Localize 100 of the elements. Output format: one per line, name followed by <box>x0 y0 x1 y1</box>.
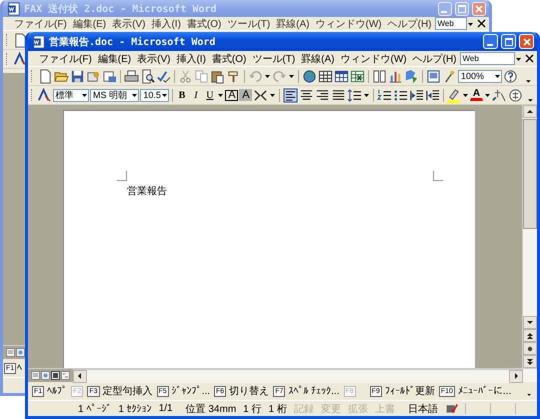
double-down-arrow-icon[interactable] <box>526 358 534 366</box>
align-center-icon[interactable] <box>298 88 314 102</box>
vertical-scrollbar[interactable] <box>522 105 537 368</box>
menu-item[interactable]: ヘルプ(H) <box>410 52 460 66</box>
close-icon <box>473 2 485 14</box>
character-shading-button[interactable]: A <box>239 89 252 101</box>
font-size-dropdown[interactable]: 10.5 <box>140 88 169 102</box>
menu-item[interactable]: 書式(O) <box>184 16 224 30</box>
print-layout-view-icon[interactable] <box>51 371 60 380</box>
menu-item[interactable]: 罫線(A) <box>273 16 312 30</box>
save-icon[interactable] <box>70 68 85 84</box>
dropdown-arrow-icon[interactable] <box>288 72 295 80</box>
justify-icon[interactable] <box>330 88 346 102</box>
distributed-icon[interactable] <box>253 88 268 102</box>
table-icon[interactable] <box>318 68 333 84</box>
browse-object-icon[interactable] <box>526 344 534 352</box>
cut-icon[interactable] <box>178 68 193 84</box>
insert-table-icon[interactable] <box>334 68 349 84</box>
menu-item[interactable]: 表示(V) <box>109 16 148 30</box>
menu-item[interactable]: 編集(E) <box>70 16 110 30</box>
styles-icon[interactable] <box>36 88 52 102</box>
document-text: 営業報告 <box>127 184 168 198</box>
underline-button[interactable]: U <box>203 88 216 102</box>
styles-icon[interactable] <box>13 52 28 66</box>
character-border-button[interactable]: A <box>225 90 238 100</box>
dropdown-arrow-icon[interactable] <box>484 91 492 99</box>
menu-item[interactable]: ファイル(F) <box>11 16 70 30</box>
menu-item[interactable]: ツール(T) <box>224 16 274 30</box>
close-document-icon[interactable] <box>525 54 534 63</box>
word-icon <box>6 1 21 16</box>
decrease-indent-icon[interactable] <box>408 88 424 102</box>
menu-item[interactable]: 挿入(I) <box>173 52 209 66</box>
menu-item[interactable]: 編集(E) <box>94 52 134 66</box>
spreadsheet-icon[interactable] <box>350 68 365 84</box>
reading-icon[interactable] <box>442 68 457 84</box>
menu-item[interactable]: ツール(T) <box>249 52 298 66</box>
dropdown-arrow-icon[interactable] <box>362 91 370 99</box>
up-arrow-icon[interactable] <box>526 108 534 116</box>
status-text: 1 桁 <box>268 402 287 416</box>
web-view-icon[interactable] <box>16 348 25 357</box>
status-text: 日本語 <box>408 402 438 416</box>
normal-view-icon[interactable] <box>6 348 15 357</box>
normal-view-icon[interactable] <box>31 371 40 380</box>
menu-item[interactable]: ファイル(F) <box>36 52 95 66</box>
status-text: 変更 <box>320 402 341 416</box>
corner-mark <box>117 171 127 181</box>
bold-button[interactable]: B <box>175 88 188 102</box>
paste-icon[interactable] <box>210 68 225 84</box>
align-right-icon[interactable] <box>314 88 330 102</box>
close-document-icon[interactable] <box>477 19 486 28</box>
email-icon[interactable] <box>102 68 117 84</box>
globe-icon[interactable] <box>302 68 317 84</box>
phonetic-guide-icon[interactable] <box>492 88 508 102</box>
horizontal-scrollbar[interactable] <box>73 368 523 382</box>
zoom-dropdown[interactable]: 100% <box>458 70 502 82</box>
enclosed-character-icon[interactable] <box>508 88 524 102</box>
style-dropdown[interactable]: 標準 <box>52 88 89 102</box>
dropdown-arrow-icon <box>494 72 501 80</box>
menu-item[interactable]: 表示(V) <box>134 52 174 66</box>
new-document-icon[interactable] <box>38 68 53 84</box>
highlighter-icon[interactable] <box>446 88 462 102</box>
menu-item[interactable]: 挿入(I) <box>148 16 184 30</box>
help-icon[interactable] <box>503 68 518 84</box>
font-color-button[interactable]: A <box>470 89 484 101</box>
italic-button[interactable]: I <box>189 88 202 102</box>
menu-item[interactable]: 書式(O) <box>208 52 250 66</box>
dropdown-arrow-icon[interactable] <box>217 91 224 99</box>
status-text: 1 ﾍﾟｰｼﾞ <box>78 402 112 414</box>
window-title: FAX 送付状 2.doc - Microsoft Word <box>24 2 218 16</box>
print-icon[interactable] <box>124 68 139 84</box>
font-dropdown[interactable]: MS 明朝 <box>90 88 140 102</box>
numbering-icon[interactable] <box>376 88 392 102</box>
status-text: 上書 <box>374 402 395 416</box>
down-arrow-icon[interactable] <box>526 318 534 326</box>
increase-indent-icon[interactable] <box>424 88 440 102</box>
spelling-icon[interactable] <box>156 68 171 84</box>
left-arrow-icon[interactable] <box>76 372 84 380</box>
minimize-icon <box>486 44 492 46</box>
align-left-icon[interactable] <box>282 88 298 102</box>
dropdown-arrow-icon[interactable] <box>269 91 276 99</box>
new-document-icon[interactable] <box>13 32 28 48</box>
menu-item[interactable]: 罫線(A) <box>298 52 338 66</box>
line-spacing-icon[interactable] <box>346 88 362 102</box>
status-text: 拡張 <box>348 402 368 416</box>
menu-item[interactable]: ヘルプ(H) <box>384 16 434 30</box>
print-preview-icon[interactable] <box>140 68 155 84</box>
help-search-field[interactable]: Web <box>434 17 467 30</box>
menu-item[interactable]: ウィンドウ(W) <box>338 52 410 66</box>
document-map-icon[interactable] <box>404 68 419 84</box>
columns-icon[interactable] <box>372 68 387 84</box>
close-icon <box>520 36 532 48</box>
menu-item[interactable]: ウィンドウ(W) <box>312 16 385 30</box>
dropdown-arrow-icon <box>131 91 138 99</box>
right-arrow-icon[interactable] <box>512 372 520 380</box>
show-hide-icon[interactable] <box>426 68 441 84</box>
double-up-arrow-icon[interactable] <box>526 332 534 340</box>
dropdown-arrow-icon[interactable] <box>462 91 470 99</box>
help-search-field[interactable]: Web <box>460 52 515 65</box>
dropdown-arrow-icon[interactable] <box>264 72 271 80</box>
bullets-icon[interactable] <box>392 88 408 102</box>
